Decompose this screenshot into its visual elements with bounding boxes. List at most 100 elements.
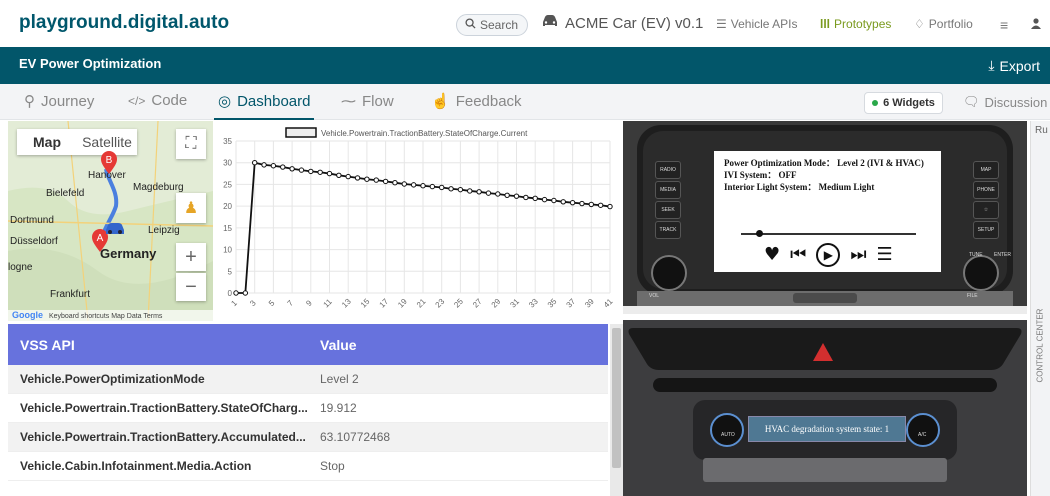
data-point xyxy=(429,183,436,190)
data-point xyxy=(569,199,576,206)
tab-dashboard[interactable]: ◎ Dashboard xyxy=(213,92,315,120)
marker-letter: B xyxy=(106,155,113,166)
widgets-badge[interactable]: 6 Widgets xyxy=(864,92,943,114)
power-mode-text: Power Optimization Mode： Level 2 (IVI & … xyxy=(724,158,924,168)
map-label: logne xyxy=(8,262,33,273)
car-name: ACME Car (EV) v0.1 xyxy=(565,14,704,32)
legend-label: Vehicle.Powertrain.TractionBattery.State… xyxy=(321,129,528,138)
search-button[interactable]: Search xyxy=(456,14,528,36)
export-label: Export xyxy=(999,57,1040,74)
map-type-satellite[interactable]: Satellite xyxy=(77,134,137,150)
table-row: Vehicle.Powertrain.TractionBattery.Accum… xyxy=(8,423,608,452)
x-tick-label: 27 xyxy=(471,297,484,310)
media-button[interactable]: MEDIA xyxy=(655,181,681,199)
prototype-icon: lll xyxy=(820,17,831,31)
fullscreen-icon[interactable]: ⛶ xyxy=(176,129,206,159)
data-point xyxy=(270,163,277,169)
y-tick-label: 0 xyxy=(228,289,233,298)
map-widget[interactable]: Map Satellite ⛶ ♟ + − Hanover Bielefeld … xyxy=(8,121,213,321)
vss-api-cell: Vehicle.Cabin.Infotainment.Media.Action xyxy=(20,459,252,473)
data-point xyxy=(317,169,323,175)
zoom-out-button[interactable]: − xyxy=(176,273,206,301)
zoom-in-button[interactable]: + xyxy=(176,243,206,271)
data-point xyxy=(597,202,604,208)
top-bar: playground.digital.auto Search ACME Car … xyxy=(0,0,1050,47)
x-tick-label: 39 xyxy=(583,297,596,310)
x-tick-label: 41 xyxy=(602,297,614,310)
control-center-panel[interactable]: Ru CONTROL CENTER xyxy=(1030,121,1050,496)
nav-vehicle-apis[interactable]: ☰ Vehicle APIs xyxy=(716,17,797,31)
vss-table: VSS API Value Vehicle.PowerOptimizationM… xyxy=(8,324,608,496)
data-point xyxy=(252,160,258,166)
dashboard-icon: ◎ xyxy=(218,93,232,110)
map-button[interactable]: MAP xyxy=(973,161,999,179)
track-button[interactable]: TRACK xyxy=(655,221,681,239)
x-tick-label: 11 xyxy=(322,297,335,310)
map-footer-links[interactable]: Keyboard shortcuts Map Data Terms xyxy=(49,313,162,320)
phone-button[interactable]: PHONE xyxy=(973,181,999,199)
data-point xyxy=(261,162,267,168)
vss-table-header: VSS API Value xyxy=(8,324,608,365)
pegman-icon[interactable]: ♟ xyxy=(176,193,206,223)
infotainment-widget: RADIO MEDIA SEEK TRACK MAP PHONE ☆ SETUP… xyxy=(623,121,1027,314)
setup-button[interactable]: SETUP xyxy=(973,221,999,239)
y-tick-label: 15 xyxy=(223,224,232,233)
data-point xyxy=(289,166,295,172)
progress-thumb[interactable] xyxy=(756,230,763,237)
nav-prototypes[interactable]: lll Prototypes xyxy=(820,17,891,31)
data-point xyxy=(495,191,501,197)
run-label[interactable]: Ru xyxy=(1035,125,1048,136)
nav-label: Prototypes xyxy=(834,17,892,31)
x-tick-label: 15 xyxy=(359,297,372,310)
data-point xyxy=(242,290,249,296)
tab-label: Journey xyxy=(41,92,95,110)
radio-button[interactable]: RADIO xyxy=(655,161,681,179)
data-point xyxy=(541,196,548,203)
vss-scrollbar[interactable] xyxy=(610,324,623,496)
tab-feedback[interactable]: ☝ Feedback xyxy=(431,92,522,111)
portfolio-icon: ♢ xyxy=(914,17,925,31)
chat-icon: 🗨 xyxy=(963,94,980,109)
heart-icon[interactable]: ♥ xyxy=(764,246,780,264)
data-point xyxy=(457,186,464,193)
tab-label: Feedback xyxy=(455,92,522,110)
x-tick-label: 29 xyxy=(490,297,503,310)
previous-icon[interactable]: ⏮ xyxy=(790,246,806,264)
seek-button[interactable]: SEEK xyxy=(655,201,681,219)
data-point xyxy=(392,179,398,186)
x-tick-label: 9 xyxy=(304,298,314,308)
map-type-map[interactable]: Map xyxy=(17,134,77,150)
vss-value-cell: Stop xyxy=(320,459,345,473)
search-icon xyxy=(465,18,476,32)
nav-portfolio[interactable]: ♢ Portfolio xyxy=(914,17,973,31)
tab-code[interactable]: </> Code xyxy=(128,92,187,109)
next-icon[interactable]: ⏭ xyxy=(850,246,866,264)
discussion-button[interactable]: 🗨 Discussion xyxy=(963,94,1047,110)
widgets-count: 6 Widgets xyxy=(883,97,935,109)
horizontal-scrollbar[interactable] xyxy=(623,306,1027,314)
play-icon[interactable]: ▶ xyxy=(816,243,841,267)
data-point xyxy=(354,175,361,181)
vehicle-icon xyxy=(104,221,126,240)
media-progress-bar[interactable] xyxy=(741,230,916,237)
vss-value-cell: Level 2 xyxy=(320,372,359,386)
tab-flow[interactable]: ⁓ Flow xyxy=(341,92,394,111)
prototype-title-bar: EV Power Optimization ⤓ Export xyxy=(0,47,1050,84)
user-icon[interactable] xyxy=(1030,17,1042,29)
tab-journey[interactable]: ⚲ Journey xyxy=(24,92,95,111)
menu-icon[interactable]: ≡ xyxy=(1000,17,1008,33)
enter-label: ENTER xyxy=(994,252,1011,258)
data-point xyxy=(588,201,594,208)
marker-b-icon[interactable]: B xyxy=(100,151,118,180)
search-label: Search xyxy=(480,18,519,32)
tab-label: Flow xyxy=(362,92,394,110)
app-logo[interactable]: playground.digital.auto xyxy=(19,12,229,34)
scrollbar-thumb[interactable] xyxy=(612,328,621,468)
export-button[interactable]: ⤓ Export xyxy=(988,57,1040,74)
data-point xyxy=(401,181,408,187)
data-point xyxy=(504,192,510,198)
playlist-icon[interactable]: ☰ xyxy=(877,246,893,264)
discussion-label: Discussion xyxy=(984,94,1048,110)
car-selector[interactable]: ACME Car (EV) v0.1 xyxy=(541,14,703,32)
favorite-button[interactable]: ☆ xyxy=(973,201,999,219)
